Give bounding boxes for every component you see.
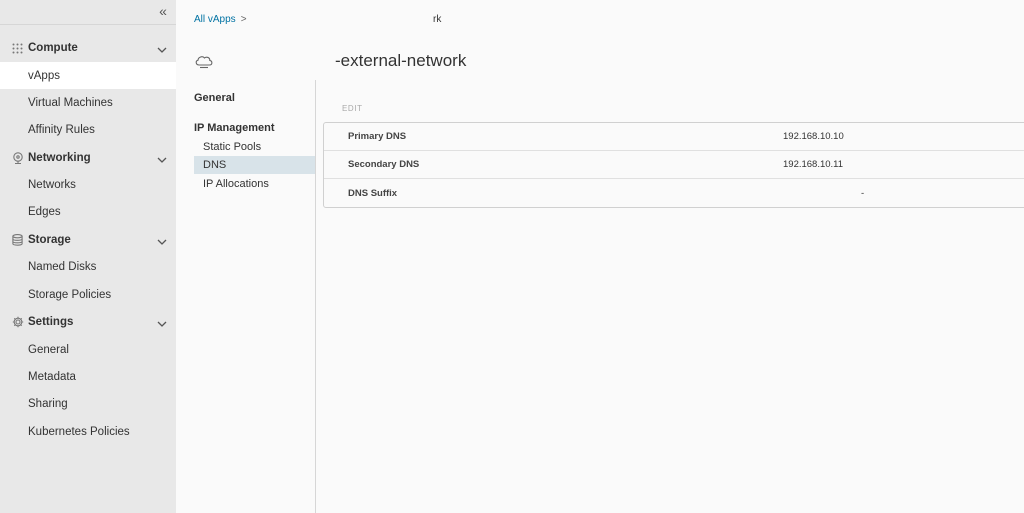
tab-general[interactable]: General — [194, 92, 235, 104]
chevron-down-icon[interactable] — [155, 317, 169, 331]
breadcrumb: All vApps > rk — [194, 14, 441, 25]
breadcrumb-link-all-vapps[interactable]: All vApps — [194, 14, 236, 25]
sidebar-item-virtual-machines[interactable]: Virtual Machines — [0, 89, 176, 116]
dns-details-table: Primary DNS 192.168.10.10 Secondary DNS … — [323, 122, 1024, 208]
tab-static-pools[interactable]: Static Pools — [194, 138, 315, 156]
table-row: DNS Suffix - — [324, 179, 1024, 207]
cloud-icon — [195, 56, 213, 69]
sidebar-item-kubernetes-policies[interactable]: Kubernetes Policies — [0, 418, 176, 445]
secondary-dns-label: Secondary DNS — [348, 159, 420, 170]
divider — [315, 80, 316, 513]
tab-group-ip-management: IP Management — [194, 122, 275, 134]
tab-ip-allocations[interactable]: IP Allocations — [194, 175, 315, 193]
primary-dns-label: Primary DNS — [348, 131, 407, 142]
sidebar-nav: « Compute vApps Virtual Machines Affinit… — [0, 0, 176, 513]
table-row: Primary DNS 192.168.10.10 — [324, 123, 1024, 151]
sidebar-item-metadata[interactable]: Metadata — [0, 363, 176, 390]
sidebar-group-label: Settings — [28, 316, 74, 328]
chevron-down-icon[interactable] — [155, 43, 169, 57]
sidebar-item-vapps[interactable]: vApps — [0, 62, 176, 89]
sidebar-group-label: Compute — [28, 42, 78, 54]
sidebar-item-networks[interactable]: Networks — [0, 171, 176, 198]
primary-dns-value: 192.168.10.10 — [783, 131, 844, 142]
breadcrumb-separator: > — [240, 14, 247, 25]
breadcrumb-current: rk — [433, 14, 442, 25]
sidebar-item-named-disks[interactable]: Named Disks — [0, 253, 176, 280]
sidebar-item-storage-policies[interactable]: Storage Policies — [0, 281, 176, 308]
sidebar-group-settings[interactable]: Settings — [0, 309, 176, 335]
gear-icon — [11, 316, 24, 329]
dns-suffix-label: DNS Suffix — [348, 187, 398, 199]
chevron-down-icon[interactable] — [155, 153, 169, 167]
chevron-down-icon[interactable] — [155, 235, 169, 249]
tab-dns[interactable]: DNS — [194, 156, 315, 174]
network-icon — [11, 152, 24, 165]
sidebar-item-sharing[interactable]: Sharing — [0, 390, 176, 417]
sidebar-item-affinity-rules[interactable]: Affinity Rules — [0, 116, 176, 143]
dns-suffix-value: - — [861, 187, 865, 199]
sidebar-group-compute[interactable]: Compute — [0, 35, 176, 61]
sidebar-group-label: Storage — [28, 234, 71, 246]
table-row: Secondary DNS 192.168.10.11 — [324, 151, 1024, 179]
sidebar-group-networking[interactable]: Networking — [0, 145, 176, 171]
sidebar-group-label: Networking — [28, 152, 91, 164]
divider — [0, 24, 176, 25]
sidebar-item-edges[interactable]: Edges — [0, 198, 176, 225]
main-content: All vApps > rk -external-network General… — [176, 0, 1024, 513]
secondary-dns-value: 192.168.10.11 — [783, 159, 844, 170]
edit-button[interactable]: EDIT — [342, 104, 363, 113]
grid-icon — [11, 42, 24, 55]
database-icon — [11, 234, 24, 247]
collapse-sidebar-icon[interactable]: « — [155, 3, 171, 19]
sidebar-item-general[interactable]: General — [0, 336, 176, 363]
sidebar-group-storage[interactable]: Storage — [0, 227, 176, 253]
page-title: -external-network — [335, 51, 467, 70]
